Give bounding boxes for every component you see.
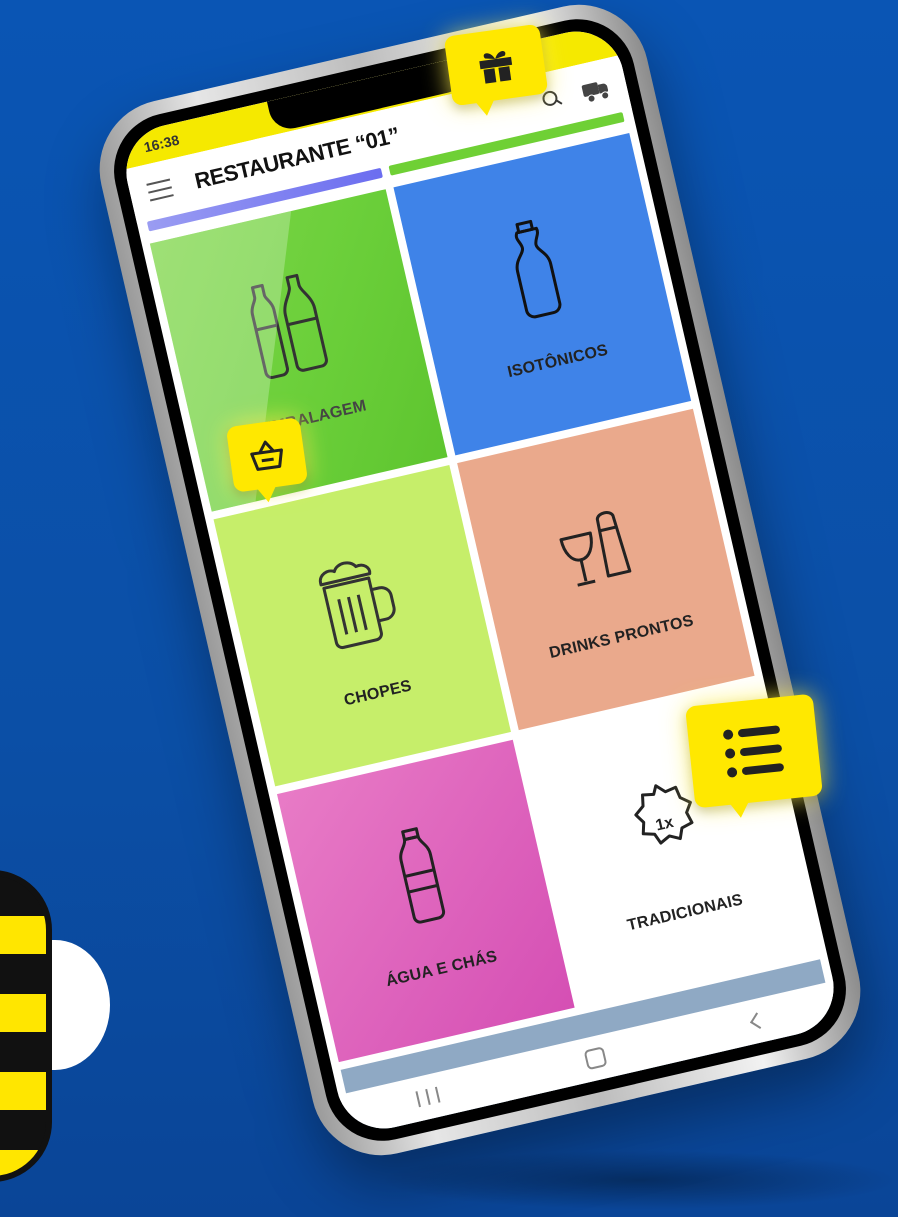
gift-icon bbox=[479, 51, 513, 84]
bottles-icon bbox=[250, 274, 329, 380]
back-icon[interactable] bbox=[750, 1012, 767, 1029]
truck-icon[interactable] bbox=[581, 78, 610, 104]
category-label: TRADICIONAIS bbox=[625, 890, 745, 935]
basket-icon bbox=[250, 440, 283, 471]
category-grid: EMBALAGEM ISOTÔNICOS CHOPES DRINKS PRONT… bbox=[149, 132, 819, 1063]
1x-badge-text: 1x bbox=[654, 814, 675, 835]
bee-mascot bbox=[0, 830, 170, 1217]
water-bottle-icon bbox=[399, 826, 446, 924]
glasses-icon bbox=[559, 511, 632, 587]
status-time: 16:38 bbox=[142, 131, 181, 156]
phone-shadow bbox=[380, 1150, 898, 1210]
category-tile-agua-e-chas[interactable]: ÁGUA E CHÁS bbox=[277, 740, 575, 1063]
basket-badge bbox=[225, 417, 309, 493]
category-label: DRINKS PRONTOS bbox=[547, 612, 696, 662]
category-tile-isotonicos[interactable]: ISOTÔNICOS bbox=[393, 132, 692, 456]
recents-icon[interactable] bbox=[415, 1086, 441, 1108]
category-label: ÁGUA E CHÁS bbox=[384, 947, 499, 990]
category-tile-drinks-prontos[interactable]: DRINKS PRONTOS bbox=[457, 408, 755, 731]
phone-screen: 16:38 RESTAURANTE “01” EMBALAGEM ISOTÔNI… bbox=[116, 22, 844, 1138]
marketing-scene: 16:38 RESTAURANTE “01” EMBALAGEM ISOTÔNI… bbox=[0, 0, 898, 1217]
gift-badge bbox=[443, 23, 549, 107]
category-tile-chopes[interactable]: CHOPES bbox=[213, 464, 512, 787]
home-icon[interactable] bbox=[583, 1046, 608, 1071]
sports-bottle-icon bbox=[514, 220, 562, 319]
category-label: ISOTÔNICOS bbox=[506, 341, 610, 382]
bee-body bbox=[0, 870, 52, 1182]
phone-device: 16:38 RESTAURANTE “01” EMBALAGEM ISOTÔNI… bbox=[85, 0, 875, 1170]
category-label: CHOPES bbox=[342, 677, 414, 710]
beer-mug-icon bbox=[318, 561, 396, 650]
hamburger-menu-icon[interactable] bbox=[146, 178, 174, 202]
list-badge bbox=[685, 693, 823, 809]
list-icon bbox=[723, 725, 784, 778]
